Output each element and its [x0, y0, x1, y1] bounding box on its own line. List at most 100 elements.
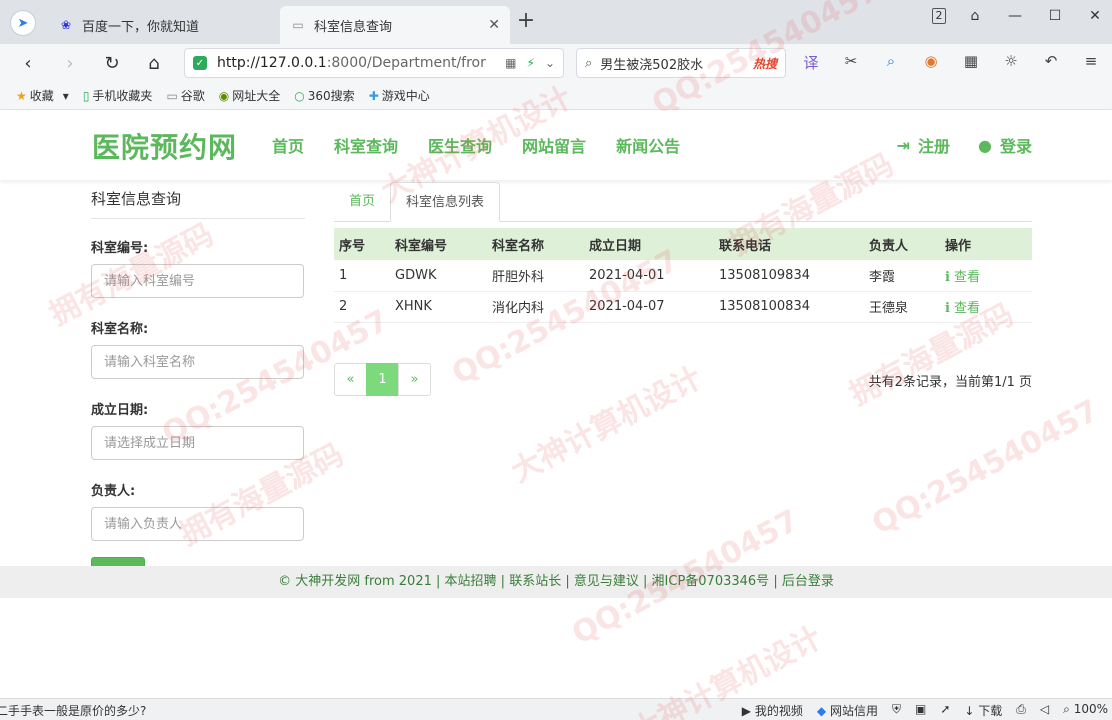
browser-search-box[interactable]: ⌕ 男生被浇502胶水 热搜: [576, 48, 786, 78]
chevron-down-icon[interactable]: ⌄: [545, 56, 555, 70]
tab-home[interactable]: 首页: [334, 182, 390, 222]
browser-tab-bar: ➤ ❀ 百度一下，你就知道 ▭ 科室信息查询 ✕ + 2 ⌂ — ☐ ✕: [0, 0, 1112, 44]
prev-page-button[interactable]: «: [334, 362, 367, 396]
tab-count-icon[interactable]: 2: [932, 8, 946, 24]
hot-search-badge[interactable]: 热搜: [753, 55, 777, 72]
department-code-input[interactable]: [91, 264, 304, 298]
new-tab-button[interactable]: +: [514, 10, 538, 34]
record-info: 共有2条记录，当前第1/1 页: [868, 374, 1032, 390]
tab-title: 科室信息查询: [314, 19, 393, 35]
browser-tab-baidu[interactable]: ❀ 百度一下，你就知道: [48, 6, 278, 44]
search-sidebar: 科室信息查询 科室编号: 科室名称: 成立日期: 负责人: 查询: [91, 188, 305, 591]
footer-link-jobs[interactable]: 本站招聘: [445, 574, 497, 589]
department-name-input[interactable]: [91, 345, 304, 379]
search-query: 男生被浇502胶水: [600, 57, 704, 73]
founded-date-input[interactable]: [91, 426, 304, 460]
baidu-paw-icon: ❀: [60, 18, 72, 32]
col-no: 序号: [339, 238, 366, 254]
user-nav: ⇥ 注册 ● 登录: [897, 133, 1032, 157]
status-video[interactable]: ▶ 我的视频: [742, 702, 803, 719]
register-link[interactable]: ⇥ 注册: [897, 133, 950, 157]
page-1-button[interactable]: 1: [366, 362, 399, 396]
cell-phone: 13508109834: [714, 260, 864, 292]
forward-icon[interactable]: ›: [54, 48, 86, 78]
info-icon: i: [945, 269, 950, 285]
pagination-row: « 1 » 共有2条记录，当前第1/1 页: [334, 362, 1032, 403]
translate-icon[interactable]: 译: [800, 52, 822, 73]
scissors-icon[interactable]: ✂: [840, 52, 862, 73]
cell-head: 王德泉: [864, 291, 940, 323]
site-logo[interactable]: 医院预约网: [92, 126, 237, 166]
browser-address-bar: ‹ › ↻ ⌂ ✓ http://127.0.0.1:8000/Departme…: [0, 44, 1112, 82]
cell-phone: 13508100834: [714, 291, 864, 323]
qr-icon[interactable]: ▦: [505, 56, 516, 70]
bookmark-directory[interactable]: ◉ 网址大全: [219, 87, 281, 104]
col-date: 成立日期: [589, 238, 642, 254]
shirt-icon[interactable]: ⌂: [964, 8, 986, 24]
bookmark-google[interactable]: ▭ 谷歌: [166, 87, 204, 104]
footer-link-feedback[interactable]: 意见与建议: [574, 574, 639, 589]
url-field[interactable]: ✓ http://127.0.0.1:8000/Department/fror …: [184, 48, 564, 78]
tab-close-icon[interactable]: ✕: [488, 17, 500, 33]
nav-guestbook[interactable]: 网站留言: [522, 133, 586, 157]
main-nav: 首页 科室查询 医生查询 网站留言 新闻公告: [272, 133, 680, 157]
home-icon[interactable]: ⌂: [138, 48, 170, 78]
lightning-icon[interactable]: ⚡: [527, 56, 535, 70]
department-code-label: 科室编号:: [91, 241, 149, 256]
menu-icon[interactable]: ≡: [1080, 52, 1102, 73]
print-icon[interactable]: ⎙: [1016, 702, 1026, 719]
footer-link-contact[interactable]: 联系站长: [509, 574, 561, 589]
minimize-icon[interactable]: —: [1004, 8, 1026, 24]
department-name-label: 科室名称:: [91, 322, 149, 337]
sound-icon[interactable]: ◁: [1040, 702, 1049, 719]
cell-code: GDWK: [390, 260, 487, 292]
browser-tab-department[interactable]: ▭ 科室信息查询 ✕: [280, 6, 510, 44]
url-text: http://127.0.0.1:8000/Department/fror: [217, 55, 486, 71]
bookmark-mobile[interactable]: ▯ 手机收藏夹: [83, 87, 153, 104]
head-label: 负责人:: [91, 484, 136, 499]
col-name: 科室名称: [492, 238, 545, 254]
view-link[interactable]: i 查看: [945, 301, 980, 316]
cell-action: i 查看: [940, 260, 1032, 292]
maximize-icon[interactable]: ☐: [1044, 8, 1066, 24]
head-input[interactable]: [91, 507, 304, 541]
find-icon[interactable]: ⌕: [880, 52, 902, 73]
rocket-icon[interactable]: ➚: [940, 702, 950, 719]
status-download[interactable]: ↓ 下载: [964, 702, 1002, 719]
sidebar-title: 科室信息查询: [91, 188, 305, 219]
reload-icon[interactable]: ↻: [96, 48, 128, 78]
search-360-icon: ○: [294, 88, 305, 103]
footer-link-admin[interactable]: 后台登录: [782, 574, 834, 589]
table-header-row: 序号 科室编号 科室名称 成立日期 联系电话 负责人 操作: [334, 228, 1032, 260]
bookmark-favorites[interactable]: ★ 收藏 ▾: [16, 87, 69, 104]
shield-icon[interactable]: ⛨: [892, 702, 901, 719]
credit-icon: ◆: [816, 704, 827, 718]
view-link[interactable]: i 查看: [945, 270, 980, 285]
nav-home[interactable]: 首页: [272, 133, 304, 157]
undo-icon[interactable]: ↶: [1040, 52, 1062, 73]
bookmark-360[interactable]: ○ 360搜索: [294, 87, 354, 104]
status-zoom[interactable]: ⌕ 100%: [1063, 702, 1108, 719]
cell-date: 2021-04-01: [584, 260, 714, 292]
brightness-icon[interactable]: ☼: [1000, 52, 1022, 73]
nav-news[interactable]: 新闻公告: [616, 133, 680, 157]
back-icon[interactable]: ‹: [12, 48, 44, 78]
nav-department-query[interactable]: 科室查询: [334, 133, 398, 157]
extension-toolbar: 译 ✂ ⌕ ◉ ▦ ☼ ↶ ≡: [800, 52, 1102, 73]
founded-date-label: 成立日期:: [91, 403, 149, 418]
content-tabs: 首页 科室信息列表: [334, 182, 1032, 222]
footer-link-icp[interactable]: 湘ICP备0703346号: [652, 574, 770, 589]
login-link[interactable]: ● 登录: [978, 133, 1032, 157]
image-icon[interactable]: ▣: [915, 702, 926, 719]
status-news[interactable]: 二手手表一般是原价的多少?: [0, 702, 146, 719]
tab-department-list[interactable]: 科室信息列表: [390, 182, 501, 222]
game-icon[interactable]: ◉: [920, 52, 942, 73]
apps-grid-icon[interactable]: ▦: [960, 52, 982, 73]
browser-compass-icon[interactable]: ➤: [10, 10, 36, 36]
next-page-button[interactable]: »: [398, 362, 431, 396]
nav-doctor-query[interactable]: 医生查询: [428, 133, 492, 157]
status-credit[interactable]: ◆ 网站信用: [817, 702, 878, 719]
close-window-icon[interactable]: ✕: [1084, 8, 1106, 24]
bookmark-games[interactable]: ✚ 游戏中心: [369, 87, 430, 104]
search-icon: ⌕: [585, 55, 593, 71]
